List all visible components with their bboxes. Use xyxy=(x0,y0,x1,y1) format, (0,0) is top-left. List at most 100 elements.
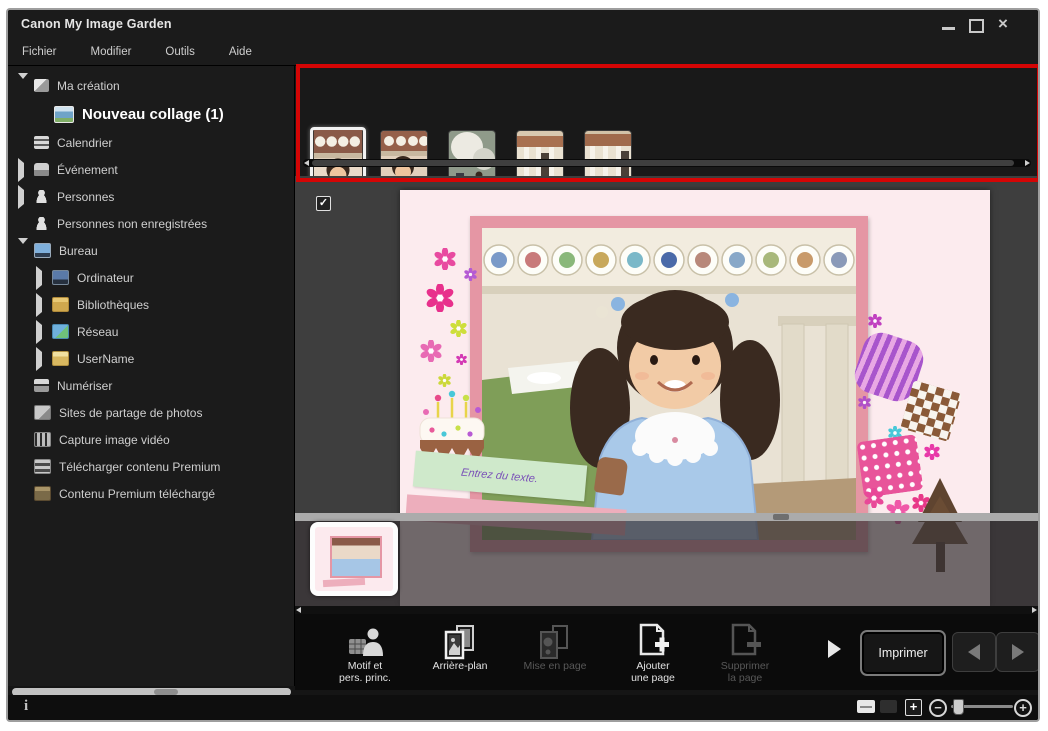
fit-view-button[interactable]: + xyxy=(905,699,922,716)
expand-arrow-icon[interactable] xyxy=(18,79,30,93)
zoom-in-button[interactable]: + xyxy=(1014,699,1032,717)
expand-arrow-icon[interactable] xyxy=(18,244,30,258)
background-icon xyxy=(414,620,506,660)
scroll-right-arrow-icon[interactable] xyxy=(1025,160,1030,166)
mise-en-page-button[interactable]: Mise en page xyxy=(509,620,601,672)
computer-icon xyxy=(52,270,69,285)
title-bar[interactable]: Canon My Image Garden × xyxy=(8,10,1038,38)
flower-decoration xyxy=(864,488,884,508)
sidebar-item-numeriser[interactable]: Numériser xyxy=(8,372,294,399)
sidebar-item-capture-video[interactable]: Capture image vidéo xyxy=(8,426,294,453)
pages-strip-overlay xyxy=(295,521,1038,606)
expand-arrow-icon[interactable] xyxy=(36,325,48,339)
preview-horizontal-scrollbar[interactable] xyxy=(295,513,1038,521)
expand-arrow-icon[interactable] xyxy=(18,190,30,204)
person-unregistered-icon xyxy=(34,217,49,230)
page-thumbnail-preview xyxy=(315,527,393,591)
thumbnail-strip-scrollbar[interactable] xyxy=(303,159,1031,167)
flower-decoration xyxy=(450,320,467,337)
scrollbar-thumb[interactable] xyxy=(312,160,1014,166)
left-arrow-icon xyxy=(968,644,980,660)
premium-download-icon xyxy=(34,459,51,474)
scroll-left-arrow-icon[interactable] xyxy=(296,607,301,613)
expand-arrow-icon[interactable] xyxy=(36,352,48,366)
person-icon xyxy=(34,190,49,203)
sidebar-item-username[interactable]: UserName xyxy=(8,345,294,372)
photo-frame[interactable] xyxy=(470,216,868,552)
gingerbread-decoration xyxy=(594,456,629,496)
flower-decoration xyxy=(858,396,871,409)
flower-decoration xyxy=(868,314,882,328)
app-window: Canon My Image Garden × Fichier Modifier… xyxy=(6,8,1040,722)
sidebar-item-nouveau-collage[interactable]: Nouveau collage (1) xyxy=(8,99,294,129)
edit-toolbar: Motif et pers. princ. Arrière-plan xyxy=(295,614,1038,690)
menu-bar: Fichier Modifier Outils Aide xyxy=(8,38,1038,66)
sidebar-item-ordinateur[interactable]: Ordinateur xyxy=(8,264,294,291)
checkbox-checked[interactable]: ✓ xyxy=(316,196,331,211)
ajouter-page-button[interactable]: Ajouter une page xyxy=(607,620,699,684)
flower-decoration xyxy=(924,444,940,460)
libraries-icon xyxy=(52,297,69,312)
zoom-slider-knob[interactable] xyxy=(953,699,964,715)
right-arrow-icon xyxy=(1012,644,1024,660)
maximize-button[interactable] xyxy=(969,19,984,33)
zoom-slider[interactable] xyxy=(951,705,1013,708)
expand-toolbar-arrow[interactable] xyxy=(828,640,841,658)
expand-arrow-icon[interactable] xyxy=(36,271,48,285)
pages-scrollbar[interactable] xyxy=(295,606,1038,614)
info-icon[interactable]: i xyxy=(24,698,28,715)
scrollbar-thumb[interactable] xyxy=(773,514,789,520)
sidebar-item-contenu-premium[interactable]: Contenu Premium téléchargé xyxy=(8,480,294,507)
menu-modifier[interactable]: Modifier xyxy=(91,46,132,58)
video-capture-icon xyxy=(34,432,51,447)
scroll-right-arrow-icon[interactable] xyxy=(1032,607,1037,613)
flower-decoration xyxy=(464,268,477,281)
flower-decoration xyxy=(426,284,454,312)
sidebar-item-personnes[interactable]: Personnes xyxy=(8,183,294,210)
creation-icon xyxy=(34,79,49,92)
scroll-left-arrow-icon[interactable] xyxy=(304,160,309,166)
sidebar-item-bureau[interactable]: Bureau xyxy=(8,237,294,264)
menu-aide[interactable]: Aide xyxy=(229,46,252,58)
sidebar-item-evenement[interactable]: Événement xyxy=(8,156,294,183)
menu-outils[interactable]: Outils xyxy=(165,46,194,58)
arriere-plan-button[interactable]: Arrière-plan xyxy=(414,620,506,672)
mini-ribbon xyxy=(323,578,365,587)
detail-view-button[interactable] xyxy=(880,700,897,713)
minimize-button[interactable] xyxy=(942,27,955,30)
collage-icon xyxy=(54,106,74,123)
flower-decoration xyxy=(420,340,442,362)
calendar-icon xyxy=(34,136,49,149)
text-placeholder: Entrez du texte. xyxy=(461,467,540,486)
next-page-button[interactable] xyxy=(996,632,1040,672)
desktop-icon xyxy=(34,243,51,258)
sidebar-item-ma-creation[interactable]: Ma création xyxy=(8,72,294,99)
sidebar-item-reseau[interactable]: Réseau xyxy=(8,318,294,345)
close-button[interactable]: × xyxy=(998,15,1008,32)
thumbnail-view-button[interactable] xyxy=(857,700,875,713)
zoom-out-button[interactable]: − xyxy=(929,699,947,717)
status-bar: i + − + xyxy=(8,695,1038,720)
user-folder-icon xyxy=(52,351,69,366)
sidebar-item-personnes-non-enregistrees[interactable]: Personnes non enregistrées xyxy=(8,210,294,237)
previous-page-button[interactable] xyxy=(952,632,996,672)
sidebar-item-calendrier[interactable]: Calendrier xyxy=(8,129,294,156)
sidebar-item-telecharger-premium[interactable]: Télécharger contenu Premium xyxy=(8,453,294,480)
print-button[interactable]: Imprimer xyxy=(860,630,946,676)
expand-arrow-icon[interactable] xyxy=(18,163,30,177)
sidebar: Ma création Nouveau collage (1) Calendri… xyxy=(8,66,295,686)
motif-person-icon xyxy=(319,620,411,660)
flower-decoration xyxy=(434,248,456,270)
motif-button[interactable]: Motif et pers. princ. xyxy=(319,620,411,684)
page-thumbnail-1[interactable] xyxy=(310,522,398,596)
window-title: Canon My Image Garden xyxy=(21,17,172,31)
premium-content-icon xyxy=(34,486,51,501)
expand-arrow-icon[interactable] xyxy=(36,298,48,312)
sidebar-item-bibliotheques[interactable]: Bibliothèques xyxy=(8,291,294,318)
sidebar-item-sites-partage[interactable]: Sites de partage de photos xyxy=(8,399,294,426)
scanner-icon xyxy=(34,379,49,392)
menu-fichier[interactable]: Fichier xyxy=(22,46,57,58)
mini-photo xyxy=(330,536,382,578)
supprimer-page-button[interactable]: Supprimer la page xyxy=(699,620,791,684)
delete-page-icon xyxy=(699,620,791,660)
